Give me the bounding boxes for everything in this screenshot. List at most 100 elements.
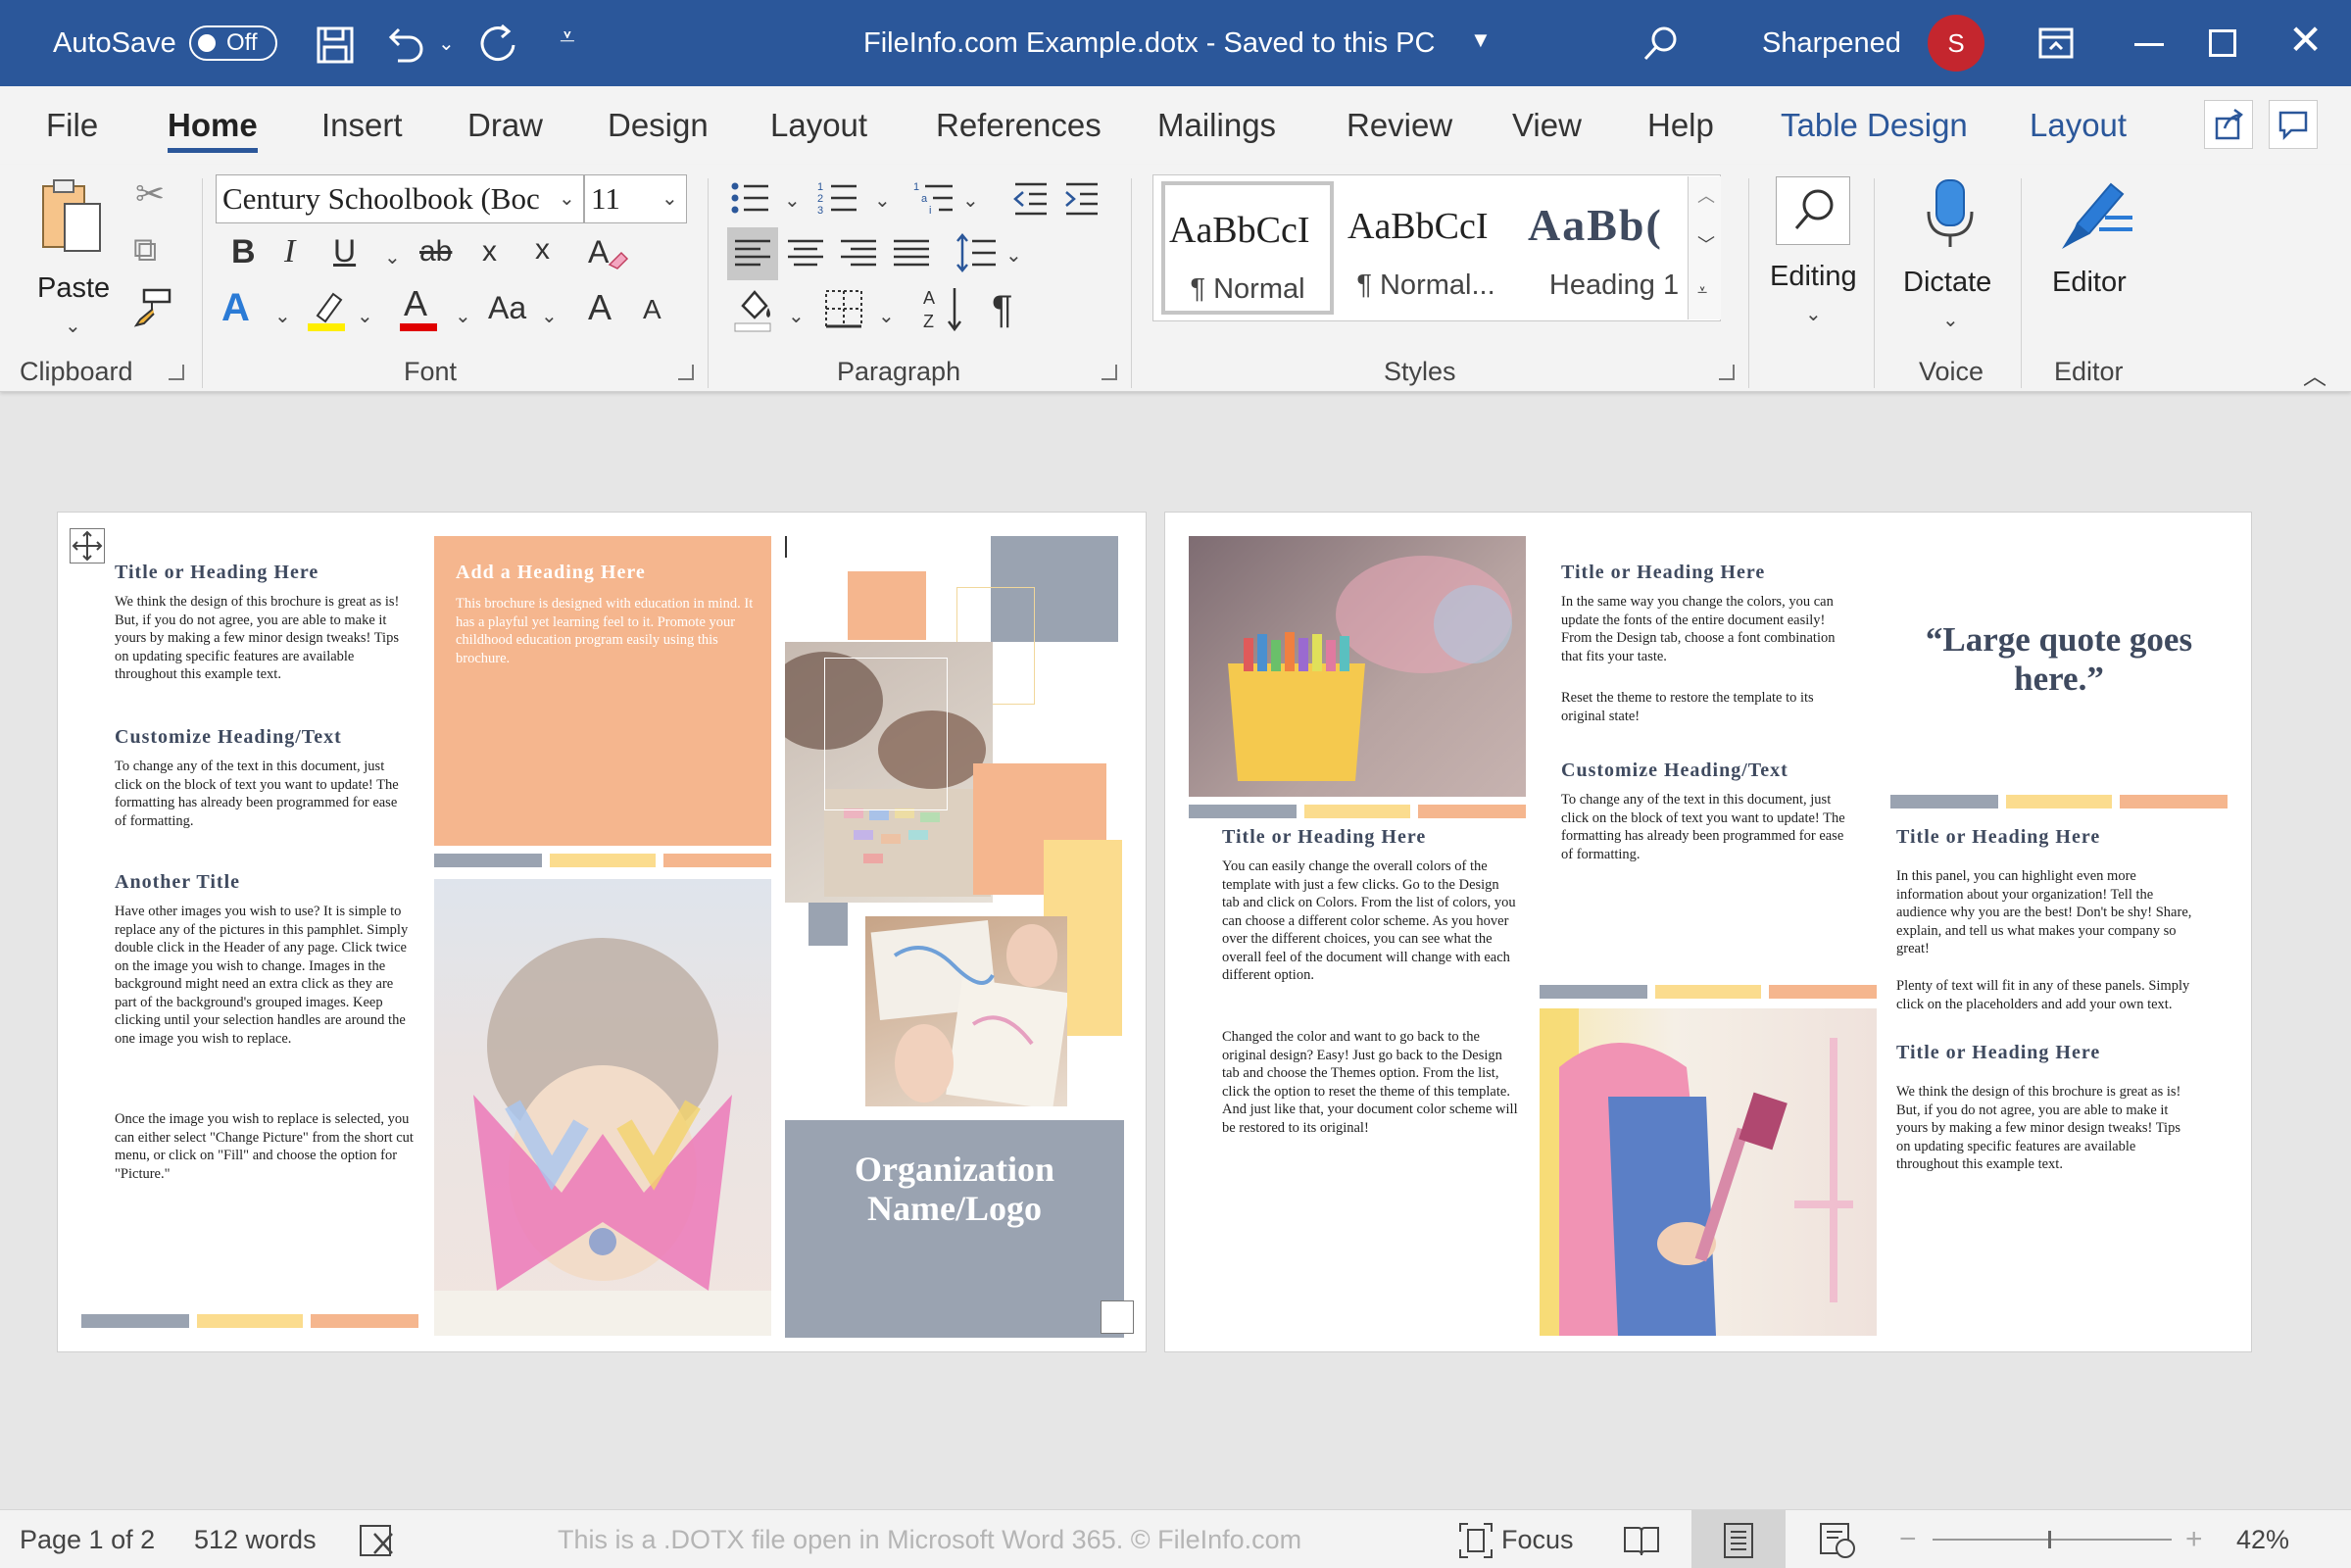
styles-scroll-down-icon[interactable]: ﹀ — [1697, 231, 1715, 257]
heading[interactable]: Title or Heading Here — [1896, 826, 2100, 849]
sort-icon[interactable]: A Z — [921, 284, 966, 333]
font-color-dropdown-icon[interactable]: ⌄ — [455, 304, 471, 328]
proofing-icon[interactable] — [359, 1524, 398, 1557]
change-case-dropdown-icon[interactable]: ⌄ — [541, 304, 558, 328]
style-normal[interactable]: AaBbCcI ¶ Normal — [1161, 181, 1334, 315]
web-layout-icon[interactable] — [1819, 1522, 1856, 1559]
tab-table-layout[interactable]: Layout — [2030, 86, 2127, 165]
tab-file[interactable]: File — [46, 86, 98, 165]
shading-icon[interactable] — [733, 286, 778, 333]
customize-toolbar-icon[interactable]: ⩡ — [560, 22, 575, 54]
underline-button[interactable]: U — [333, 235, 356, 267]
word-count[interactable]: 512 words — [194, 1510, 317, 1568]
tab-table-design[interactable]: Table Design — [1781, 86, 1968, 165]
undo-icon[interactable] — [384, 24, 427, 63]
align-left-button[interactable] — [727, 227, 778, 280]
tab-home[interactable]: Home — [168, 86, 258, 165]
editing-button[interactable]: Editing ⌄ — [1762, 171, 1866, 347]
table-move-handle[interactable] — [70, 528, 105, 564]
font-name-combo[interactable]: Century Schoolbook (Boc — [216, 174, 584, 223]
zoom-slider[interactable] — [1933, 1531, 2172, 1548]
clear-formatting-icon[interactable]: A — [586, 231, 631, 276]
tab-review[interactable]: Review — [1347, 86, 1452, 165]
zoom-in-icon[interactable]: + — [2185, 1510, 2203, 1568]
show-formatting-marks-icon[interactable]: ¶ — [992, 290, 1012, 329]
clipboard-launcher[interactable] — [169, 365, 184, 380]
font-color-button[interactable]: A — [398, 286, 439, 331]
collapse-ribbon-icon[interactable]: ︿ — [2303, 357, 2327, 391]
cut-icon[interactable]: ✂ — [135, 176, 165, 212]
share-button[interactable] — [2204, 100, 2253, 149]
line-spacing-icon[interactable] — [955, 231, 998, 274]
paragraph[interactable]: In the same way you change the colors, y… — [1561, 593, 1855, 665]
shading-dropdown-icon[interactable]: ⌄ — [788, 304, 805, 328]
comments-button[interactable] — [2269, 100, 2318, 149]
paragraph[interactable]: In this panel, you can highlight even mo… — [1896, 867, 2196, 958]
zoom-level[interactable]: 42% — [2236, 1510, 2289, 1568]
close-icon[interactable]: ✕ — [2288, 16, 2323, 64]
multilevel-list-icon[interactable]: 1ai — [913, 178, 956, 218]
highlight-icon[interactable] — [306, 286, 349, 333]
line-spacing-dropdown-icon[interactable]: ⌄ — [1005, 243, 1022, 268]
underline-dropdown-icon[interactable]: ⌄ — [384, 245, 401, 270]
numbering-dropdown-icon[interactable]: ⌄ — [874, 188, 891, 213]
styles-scroll-up-icon[interactable]: ︿ — [1697, 182, 1715, 208]
paragraph[interactable]: Have other images you wish to use? It is… — [115, 903, 415, 1048]
superscript-button[interactable]: x — [535, 235, 550, 265]
dictate-button[interactable]: Dictate ⌄ — [1891, 171, 2009, 347]
decrease-indent-icon[interactable] — [1011, 178, 1051, 218]
heading[interactable]: Customize Heading/Text — [115, 726, 342, 749]
tab-insert[interactable]: Insert — [321, 86, 403, 165]
style-normal-2[interactable]: AaBbCcI ¶ Normal... — [1340, 181, 1512, 315]
bullets-dropdown-icon[interactable]: ⌄ — [784, 188, 801, 213]
tab-mailings[interactable]: Mailings — [1157, 86, 1276, 165]
minimize-icon[interactable] — [2134, 43, 2164, 46]
paragraph[interactable]: Reset the theme to restore the template … — [1561, 689, 1855, 725]
paragraph[interactable]: We think the design of this brochure is … — [115, 593, 409, 684]
heading[interactable]: Title or Heading Here — [1561, 562, 1765, 584]
justify-icon[interactable] — [892, 233, 931, 272]
borders-icon[interactable] — [823, 288, 864, 329]
paragraph[interactable]: To change any of the text in this docume… — [1561, 791, 1855, 863]
heading-block[interactable]: Add a Heading Here This brochure is desi… — [434, 536, 771, 846]
text-effects-dropdown-icon[interactable]: ⌄ — [274, 304, 291, 328]
borders-dropdown-icon[interactable]: ⌄ — [878, 304, 895, 328]
print-layout-button[interactable] — [1691, 1510, 1786, 1568]
strikethrough-button[interactable]: ab — [419, 237, 452, 267]
heading[interactable]: Customize Heading/Text — [1561, 760, 1788, 782]
paragraph[interactable]: Plenty of text will fit in any of these … — [1896, 977, 2196, 1013]
heading[interactable]: Another Title — [115, 871, 240, 894]
document-title[interactable]: FileInfo.com Example.dotx - Saved to thi… — [863, 0, 1435, 86]
tab-layout[interactable]: Layout — [770, 86, 867, 165]
tab-help[interactable]: Help — [1647, 86, 1714, 165]
heading[interactable]: Title or Heading Here — [1222, 826, 1426, 849]
autosave-toggle[interactable]: Off — [189, 25, 277, 61]
paragraph[interactable]: Changed the color and want to go back to… — [1222, 1028, 1520, 1137]
tab-references[interactable]: References — [936, 86, 1102, 165]
child-photo[interactable] — [434, 879, 771, 1336]
paragraph[interactable]: We think the design of this brochure is … — [1896, 1083, 2196, 1174]
heading[interactable]: Title or Heading Here — [1896, 1042, 2100, 1064]
zoom-slider-thumb[interactable] — [2048, 1531, 2051, 1548]
paste-button[interactable]: Paste ⌄ — [18, 176, 125, 353]
bullets-icon[interactable] — [729, 178, 772, 218]
grow-font-button[interactable]: A — [588, 290, 612, 325]
read-mode-icon[interactable] — [1623, 1524, 1660, 1557]
styles-more-icon[interactable]: ⩡ — [1697, 280, 1707, 301]
zoom-out-icon[interactable]: − — [1899, 1510, 1917, 1568]
shrink-font-button[interactable]: A — [643, 296, 661, 323]
change-case-button[interactable]: Aa — [488, 292, 526, 323]
tab-view[interactable]: View — [1512, 86, 1582, 165]
redo-icon[interactable] — [478, 22, 521, 65]
align-right-icon[interactable] — [839, 233, 878, 272]
search-icon[interactable] — [1641, 24, 1681, 63]
focus-icon[interactable] — [1458, 1522, 1494, 1559]
subscript-button[interactable]: x — [482, 237, 497, 267]
bold-button[interactable]: B — [231, 235, 256, 269]
italic-button[interactable]: I — [284, 235, 295, 269]
pull-quote[interactable]: “Large quote goes here.” — [1883, 620, 2235, 699]
paintbrush-photo[interactable] — [1540, 1008, 1877, 1336]
paragraph-launcher[interactable] — [1102, 365, 1117, 380]
maximize-icon[interactable] — [2209, 29, 2236, 57]
tab-draw[interactable]: Draw — [467, 86, 543, 165]
